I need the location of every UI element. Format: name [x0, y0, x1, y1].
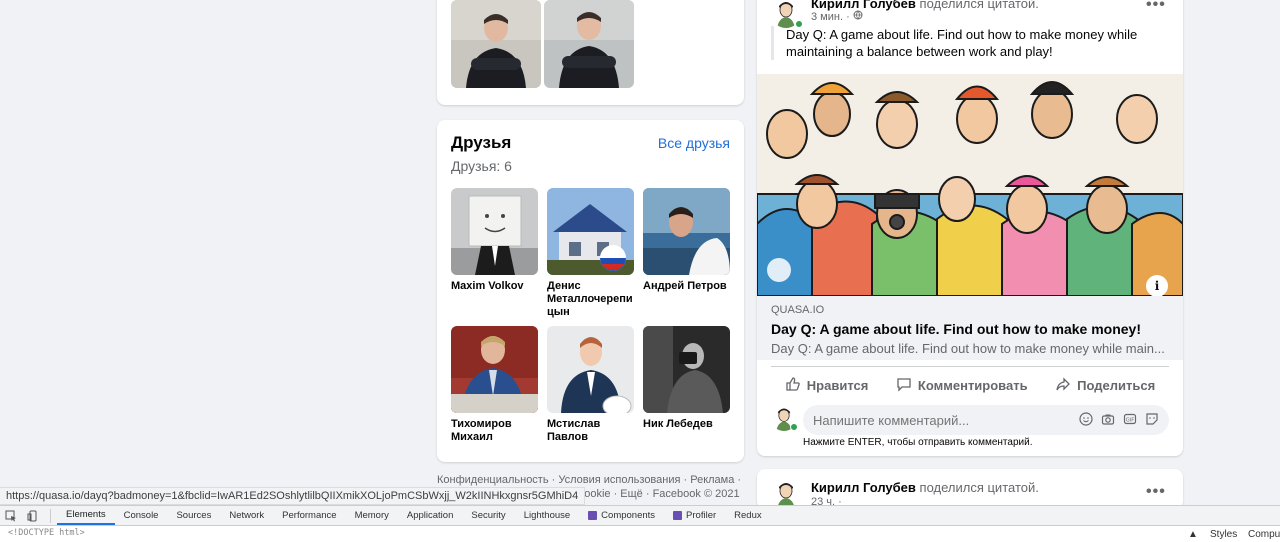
gif-icon[interactable]: GIF — [1123, 412, 1137, 429]
friend-avatar[interactable] — [643, 188, 730, 275]
post-card: Кирилл Голубев поделился цитатой. 3 мин.… — [757, 0, 1183, 456]
like-button[interactable]: Нравится — [785, 376, 868, 395]
devtools-tabbar: Elements Console Sources Network Perform… — [0, 505, 1280, 526]
friend-name[interactable]: Ник Лебедев — [643, 418, 730, 431]
friend-name[interactable]: Тихомиров Михаил — [451, 418, 538, 444]
friend-avatar[interactable] — [451, 326, 538, 413]
friend-item-mstislav[interactable]: Мстислав Павлов — [547, 326, 634, 444]
doctype-node[interactable]: <!DOCTYPE html> — [8, 528, 85, 538]
comment-box[interactable]: GIF — [803, 405, 1169, 435]
friend-item-nik-lebedev[interactable]: Ник Лебедев — [643, 326, 730, 431]
devtools-tab-console[interactable]: Console — [115, 506, 168, 525]
toolbar-divider — [50, 508, 51, 523]
devtools-tab-security[interactable]: Security — [462, 506, 514, 525]
post-time[interactable]: 3 мин. · — [811, 11, 850, 23]
devtools-tab-memory[interactable]: Memory — [346, 506, 398, 525]
svg-text:GIF: GIF — [1126, 417, 1134, 423]
all-friends-link[interactable]: Все друзья — [658, 135, 730, 151]
link-domain: QUASA.IO — [771, 304, 825, 316]
share-icon — [1055, 376, 1071, 395]
comment-input[interactable] — [813, 412, 1079, 428]
inspect-element-icon[interactable] — [5, 510, 17, 522]
post-more-options-icon[interactable]: ••• — [1146, 0, 1166, 14]
link-description: Day Q: A game about life. Find out how t… — [771, 341, 1165, 356]
friend-item-maxim-volkov[interactable]: Maxim Volkov — [451, 188, 538, 293]
react-icon — [588, 511, 598, 520]
friend-name[interactable]: Андрей Петров — [643, 280, 730, 293]
post-link-image[interactable]: i — [757, 74, 1183, 296]
devtools-tab-computed[interactable]: Comput — [1248, 526, 1280, 542]
devtools-tab-performance[interactable]: Performance — [273, 506, 345, 525]
devtools-tab-sources[interactable]: Sources — [167, 506, 220, 525]
devtools-tab-network[interactable]: Network — [220, 506, 273, 525]
friend-name[interactable]: Maxim Volkov — [451, 280, 538, 293]
footer-line-1[interactable]: Конфиденциальность · Условия использован… — [437, 473, 747, 487]
devtools-tab-redux[interactable]: Redux — [725, 506, 770, 525]
comment-tools: GIF — [1079, 411, 1159, 429]
friend-name[interactable]: Мстислав Павлов — [547, 418, 634, 444]
friend-name[interactable]: Денис Металлочерепи цын — [547, 280, 634, 319]
camera-icon[interactable] — [1101, 412, 1115, 429]
friend-item-andrey-petrov[interactable]: Андрей Петров — [643, 188, 730, 293]
post-author-line: Кирилл Голубев поделился цитатой. — [811, 480, 1039, 495]
post-meta: 3 мин. · — [811, 10, 863, 23]
share-button[interactable]: Поделиться — [1055, 376, 1155, 395]
photo-thumbnail-1[interactable] — [451, 0, 541, 88]
devtools-tab-application[interactable]: Application — [398, 506, 462, 525]
devtools-tab-lighthouse[interactable]: Lighthouse — [515, 506, 579, 525]
comment-hint: Нажмите ENTER, чтобы отправить комментар… — [803, 437, 1033, 448]
post-author-name[interactable]: Кирилл Голубев — [811, 480, 916, 495]
comment-button[interactable]: Комментировать — [896, 376, 1028, 395]
post-card-2: Кирилл Голубев поделился цитатой. 23 ч. … — [757, 469, 1183, 509]
post-more-options-icon[interactable]: ••• — [1146, 483, 1166, 501]
online-status-icon — [790, 423, 798, 431]
friends-count: Друзья: 6 — [451, 158, 512, 174]
devtools-tab-styles[interactable]: Styles — [1210, 526, 1238, 542]
post-quote: Day Q: A game about life. Find out how t… — [771, 26, 1167, 60]
friend-avatar[interactable] — [643, 326, 730, 413]
friend-avatar[interactable] — [547, 188, 634, 275]
friends-card: Друзья Все друзья Друзья: 6 Maxim Volkov — [437, 120, 744, 462]
friend-item-tikhomirov[interactable]: Тихомиров Михаил — [451, 326, 538, 444]
friend-item-denis[interactable]: Денис Металлочерепи цын — [547, 188, 634, 319]
friend-avatar[interactable] — [451, 188, 538, 275]
friend-avatar[interactable] — [547, 326, 634, 413]
thumbs-up-icon — [785, 376, 801, 395]
friends-title: Друзья — [451, 133, 512, 152]
devtools-scroll-arrow-icon[interactable]: ▲ — [1188, 526, 1198, 542]
react-icon — [673, 511, 683, 520]
svg-text:i: i — [1155, 279, 1160, 293]
device-toolbar-icon[interactable] — [27, 510, 39, 522]
link-preview[interactable]: QUASA.IO Day Q: A game about life. Find … — [757, 296, 1183, 360]
status-bar-url: https://quasa.io/dayq?badmoney=1&fbclid=… — [0, 487, 586, 505]
devtools-tab-elements[interactable]: Elements — [57, 506, 115, 525]
devtools-tab-components[interactable]: Components — [579, 506, 664, 525]
post-actions: Нравится Комментировать Поделиться — [771, 366, 1169, 400]
post-action: поделился цитатой. — [919, 480, 1039, 495]
globe-icon — [853, 10, 863, 23]
photos-card — [437, 0, 744, 105]
devtools-elements-panel: <!DOCTYPE html> — [0, 526, 1280, 542]
devtools-tab-profiler[interactable]: Profiler — [664, 506, 725, 525]
emoji-icon[interactable] — [1079, 411, 1093, 429]
sticker-icon[interactable] — [1145, 412, 1159, 429]
photo-thumbnail-2[interactable] — [544, 0, 634, 88]
post-action: поделился цитатой. — [919, 0, 1039, 11]
link-title[interactable]: Day Q: A game about life. Find out how t… — [771, 321, 1169, 337]
comment-icon — [896, 376, 912, 395]
